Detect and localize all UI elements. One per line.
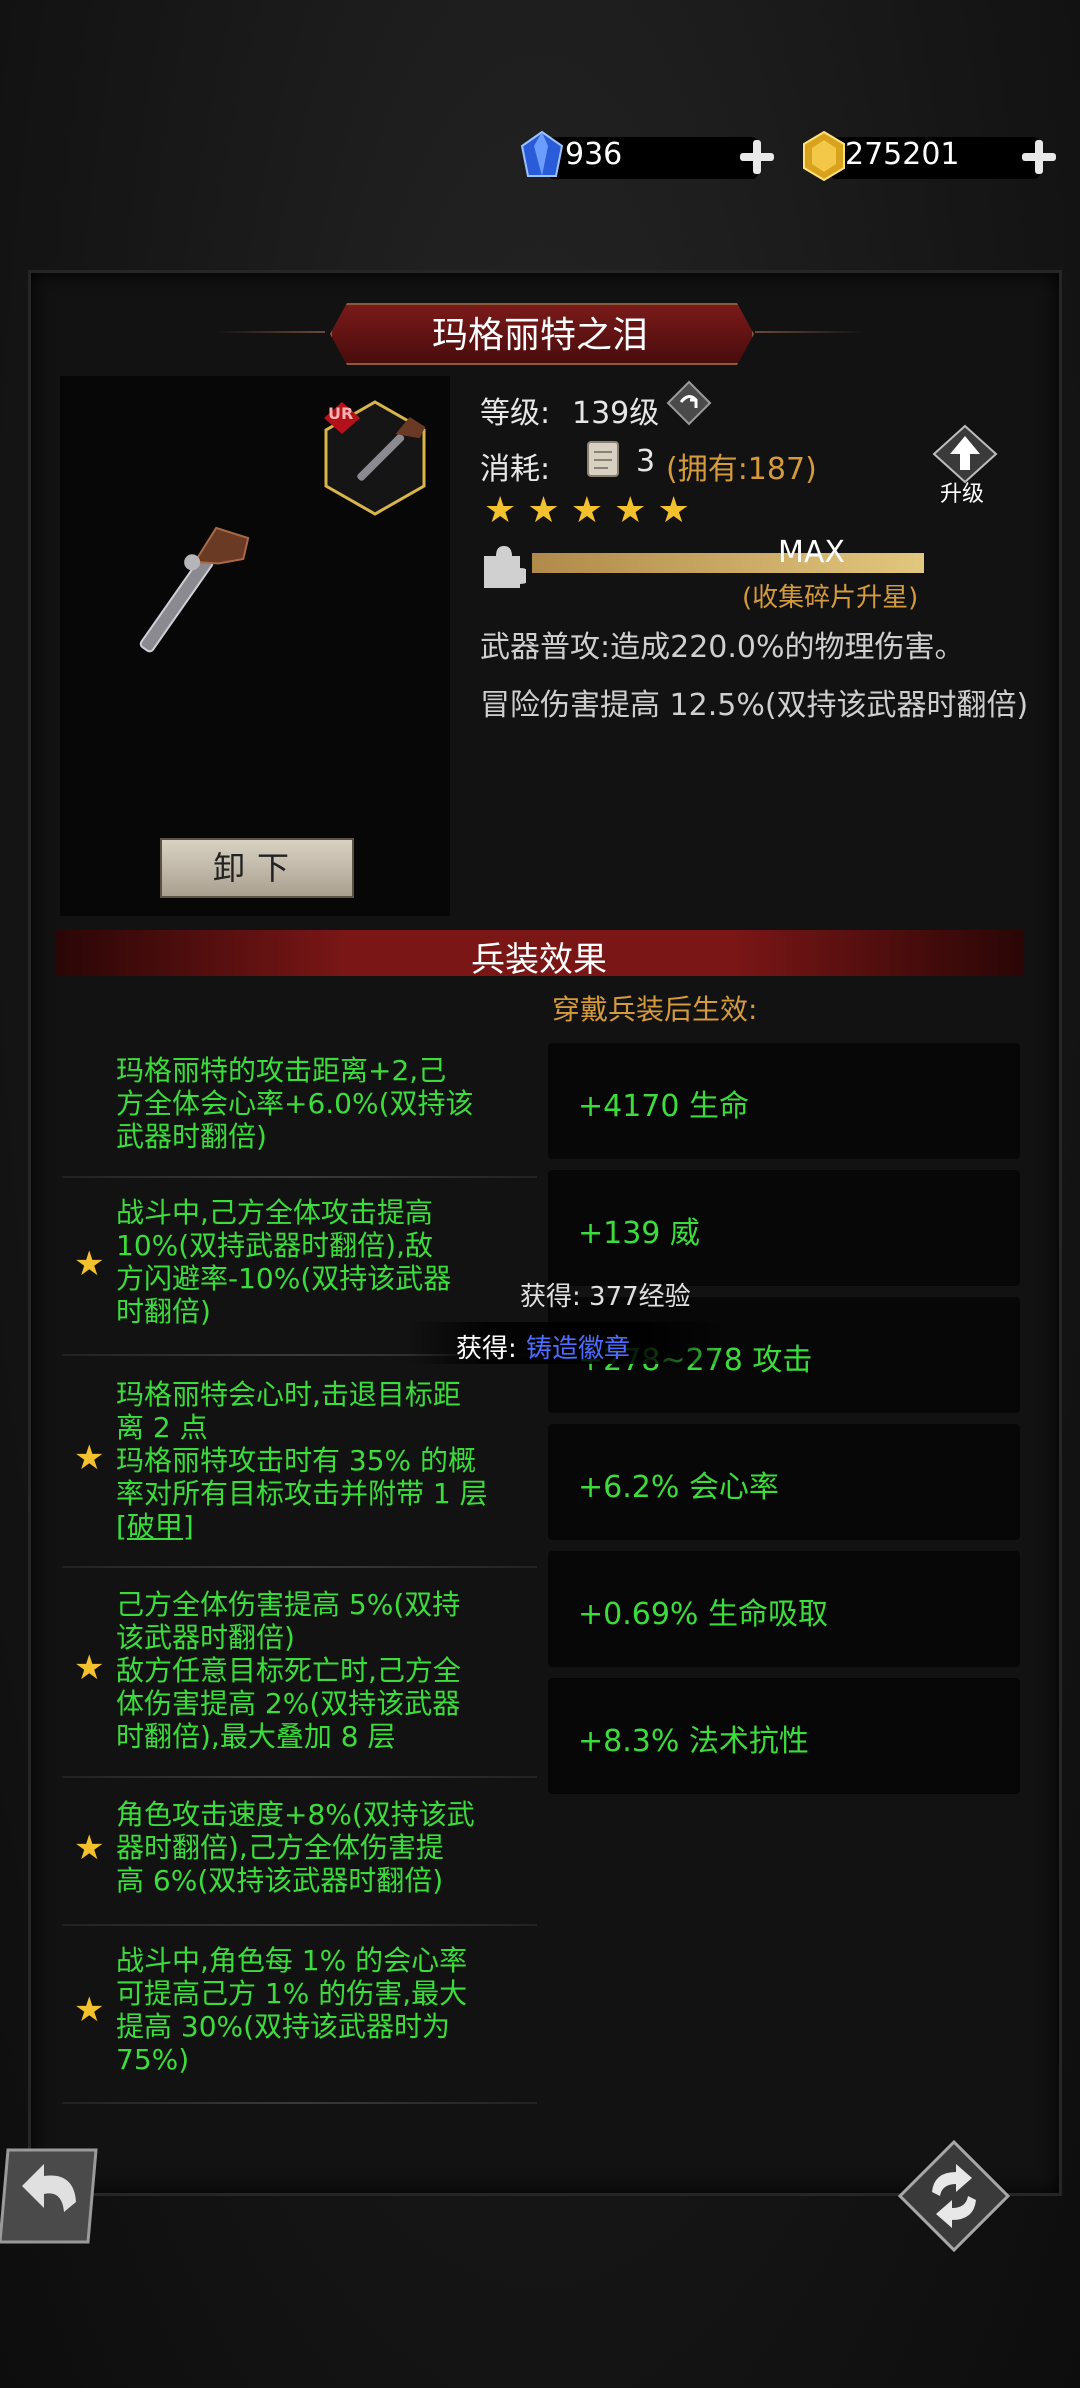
stat-box: +139 威 [548, 1170, 1020, 1286]
gold-gem-icon [803, 130, 845, 182]
item-toast-prefix: 获得: [456, 1334, 517, 1364]
back-arrow-icon[interactable] [0, 2142, 100, 2252]
unequip-button[interactable]: 卸下 [160, 838, 354, 898]
item-toast: 获得: 铸造徽章 [408, 1322, 728, 1364]
effect-text: 玛格丽特会心时,击退目标距离 2 点玛格丽特攻击时有 35% 的概 率对所有目标攻… [116, 1378, 488, 1543]
blue-gem-icon [520, 130, 564, 177]
level-value: 139级 [572, 396, 660, 431]
star-progress-bar [532, 553, 924, 573]
effect-text: 战斗中,己方全体攻击提高 10%(双持武器时翻倍),敌 方闪避率-10%(双持该武器… [116, 1196, 452, 1328]
swap-refresh-icon[interactable] [898, 2140, 1010, 2252]
item-toast-name: 铸造徽章 [526, 1334, 631, 1364]
add-gems-button[interactable] [740, 140, 774, 174]
star-icon: ★ [527, 490, 560, 531]
effect-text: 己方全体伤害提高 5%(双持 该武器时翻倍) 敌方任意目标死亡时,己方全 体伤害提高 … [116, 1588, 461, 1753]
star-icon: ★ [74, 1244, 105, 1284]
star-icon: ★ [74, 1828, 105, 1868]
gold-amount: 275201 [845, 137, 960, 172]
star-icon: ★ [74, 1438, 105, 1478]
cost-label: 消耗: [480, 452, 551, 487]
weapon-name: 玛格丽特之泪 [431, 315, 648, 356]
puzzle-piece-icon [484, 546, 526, 588]
attack-description: 武器普攻:造成220.0%的物理伤害。 [480, 630, 965, 665]
divider [62, 2102, 537, 2104]
add-gold-button[interactable] [1022, 140, 1056, 174]
effect-item: ★ 战斗中,角色每 1% 的会心率 可提高己方 1% 的伤害,最大 提高 30%(双… [62, 1926, 537, 2104]
gem-amount: 936 [565, 137, 623, 172]
effect-item: ★ 玛格丽特会心时,击退目标距离 2 点玛格丽特攻击时有 35% 的概 率对所有目… [62, 1356, 537, 1568]
star-icon: ★ [484, 490, 517, 531]
level-swap-icon[interactable] [666, 380, 712, 426]
star-icon: ★ [74, 1990, 105, 2030]
star-rating: ★ ★ ★ ★ ★ [484, 490, 690, 531]
section-subtitle: 穿戴兵装后生效: [552, 993, 758, 1026]
star-progress-fill [532, 553, 924, 573]
pistol-icon [139, 526, 250, 653]
stat-box: +4170 生命 [548, 1043, 1020, 1159]
star-icon: ★ [614, 490, 647, 531]
owned-count: (拥有:187) [666, 452, 817, 487]
star-icon: ★ [570, 490, 604, 531]
effect-text: 战斗中,角色每 1% 的会心率 可提高己方 1% 的伤害,最大 提高 30%(双持该… [116, 1944, 468, 2076]
star-icon: ★ [657, 490, 690, 531]
stat-value: +139 威 [578, 1216, 700, 1251]
star-icon: ★ [74, 1648, 105, 1688]
stat-value: +0.69% 生命吸取 [578, 1597, 828, 1632]
stat-value: +4170 生命 [578, 1089, 750, 1124]
title-ornament-right [755, 331, 865, 333]
effect-text: 角色攻击速度+8%(双持该武 器时翻倍),己方全体伤害提高 6%(双持该武器时翻倍… [116, 1798, 475, 1897]
effect-item: 玛格丽特的攻击距离+2,己 方全体会心率+6.0%(双持该 武器时翻倍) [62, 1040, 537, 1178]
progress-hint: (收集碎片升星) [742, 583, 919, 613]
cost-value: 3 [636, 444, 656, 479]
effect-item: ★ 角色攻击速度+8%(双持该武 器时翻倍),己方全体伤害提高 6%(双持该武器时… [62, 1778, 537, 1926]
upgrade-arrow-icon[interactable] [930, 424, 1000, 484]
section-title: 兵装效果 [471, 940, 607, 980]
stat-box: +8.3% 法术抗性 [548, 1678, 1020, 1794]
level-label: 等级: [480, 396, 551, 431]
scroll-icon [587, 441, 619, 477]
title-ornament-left [215, 331, 325, 333]
stat-box: +0.69% 生命吸取 [548, 1551, 1020, 1667]
rarity-badge: UR [328, 404, 354, 423]
effect-text: 玛格丽特的攻击距离+2,己 方全体会心率+6.0%(双持该 武器时翻倍) [116, 1054, 474, 1153]
stat-value: +8.3% 法术抗性 [578, 1724, 809, 1759]
adventure-description: 冒险伤害提高 12.5%(双持该武器时翻倍) [480, 688, 1029, 723]
progress-text: MAX [778, 535, 845, 570]
stat-box: +6.2% 会心率 [548, 1424, 1020, 1540]
exp-toast: 获得: 377经验 [520, 1282, 691, 1312]
effect-item: ★ 己方全体伤害提高 5%(双持 该武器时翻倍) 敌方任意目标死亡时,己方全 体伤害提… [62, 1568, 537, 1778]
upgrade-label[interactable]: 升级 [940, 476, 984, 508]
stat-value: +6.2% 会心率 [578, 1470, 779, 1505]
